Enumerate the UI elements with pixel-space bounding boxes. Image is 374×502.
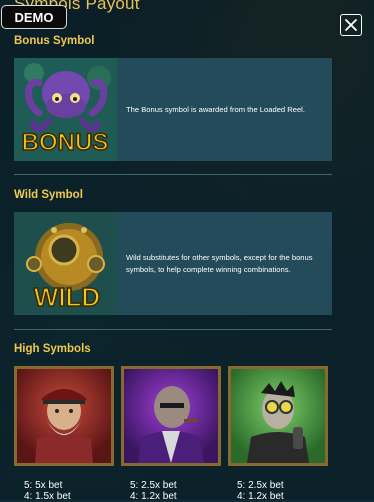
goggles-scientist-pay-5: 5: 2.5x bet xyxy=(237,480,284,491)
high-symbol-goggles-scientist xyxy=(228,366,328,466)
goggles-scientist-pay-4: 4: 1.2x bet xyxy=(237,491,284,502)
diving-helmet-icon: WILD xyxy=(14,212,117,315)
demo-badge: DEMO xyxy=(1,5,67,29)
pirate-captain-pay-4: 4: 1.5x bet xyxy=(24,491,71,502)
high-symbol-bald-gangster xyxy=(121,366,221,466)
bald-gangster-icon xyxy=(124,369,218,463)
svg-text:BONUS: BONUS xyxy=(22,129,109,156)
svg-text:WILD: WILD xyxy=(34,282,100,312)
close-button[interactable] xyxy=(340,14,362,36)
goggles-scientist-icon xyxy=(231,369,325,463)
bonus-description: The Bonus symbol is awarded from the Loa… xyxy=(126,104,305,114)
bald-gangster-pay-5: 5: 2.5x bet xyxy=(130,480,177,491)
wild-card: WILD Wild substitutes for other symbols,… xyxy=(14,212,332,315)
high-section-title: High Symbols xyxy=(14,343,91,355)
pirate-captain-icon xyxy=(17,369,111,463)
high-symbol-pirate-captain xyxy=(14,366,114,466)
bald-gangster-pay-4: 4: 1.2x bet xyxy=(130,491,177,502)
bonus-card: BONUS The Bonus symbol is awarded from t… xyxy=(14,58,332,161)
wild-description: Wild substitutes for other symbols, exce… xyxy=(126,252,313,274)
bonus-section-title: Bonus Symbol xyxy=(14,35,95,47)
pirate-captain-pay-5: 5: 5x bet xyxy=(24,480,63,491)
close-icon xyxy=(345,19,357,31)
section-divider xyxy=(14,329,332,330)
wild-symbol-image: WILD xyxy=(14,212,117,315)
bonus-symbol-image: BONUS xyxy=(14,58,117,161)
section-divider xyxy=(14,174,332,175)
wild-section-title: Wild Symbol xyxy=(14,189,83,201)
octopus-icon: BONUS xyxy=(14,58,117,161)
